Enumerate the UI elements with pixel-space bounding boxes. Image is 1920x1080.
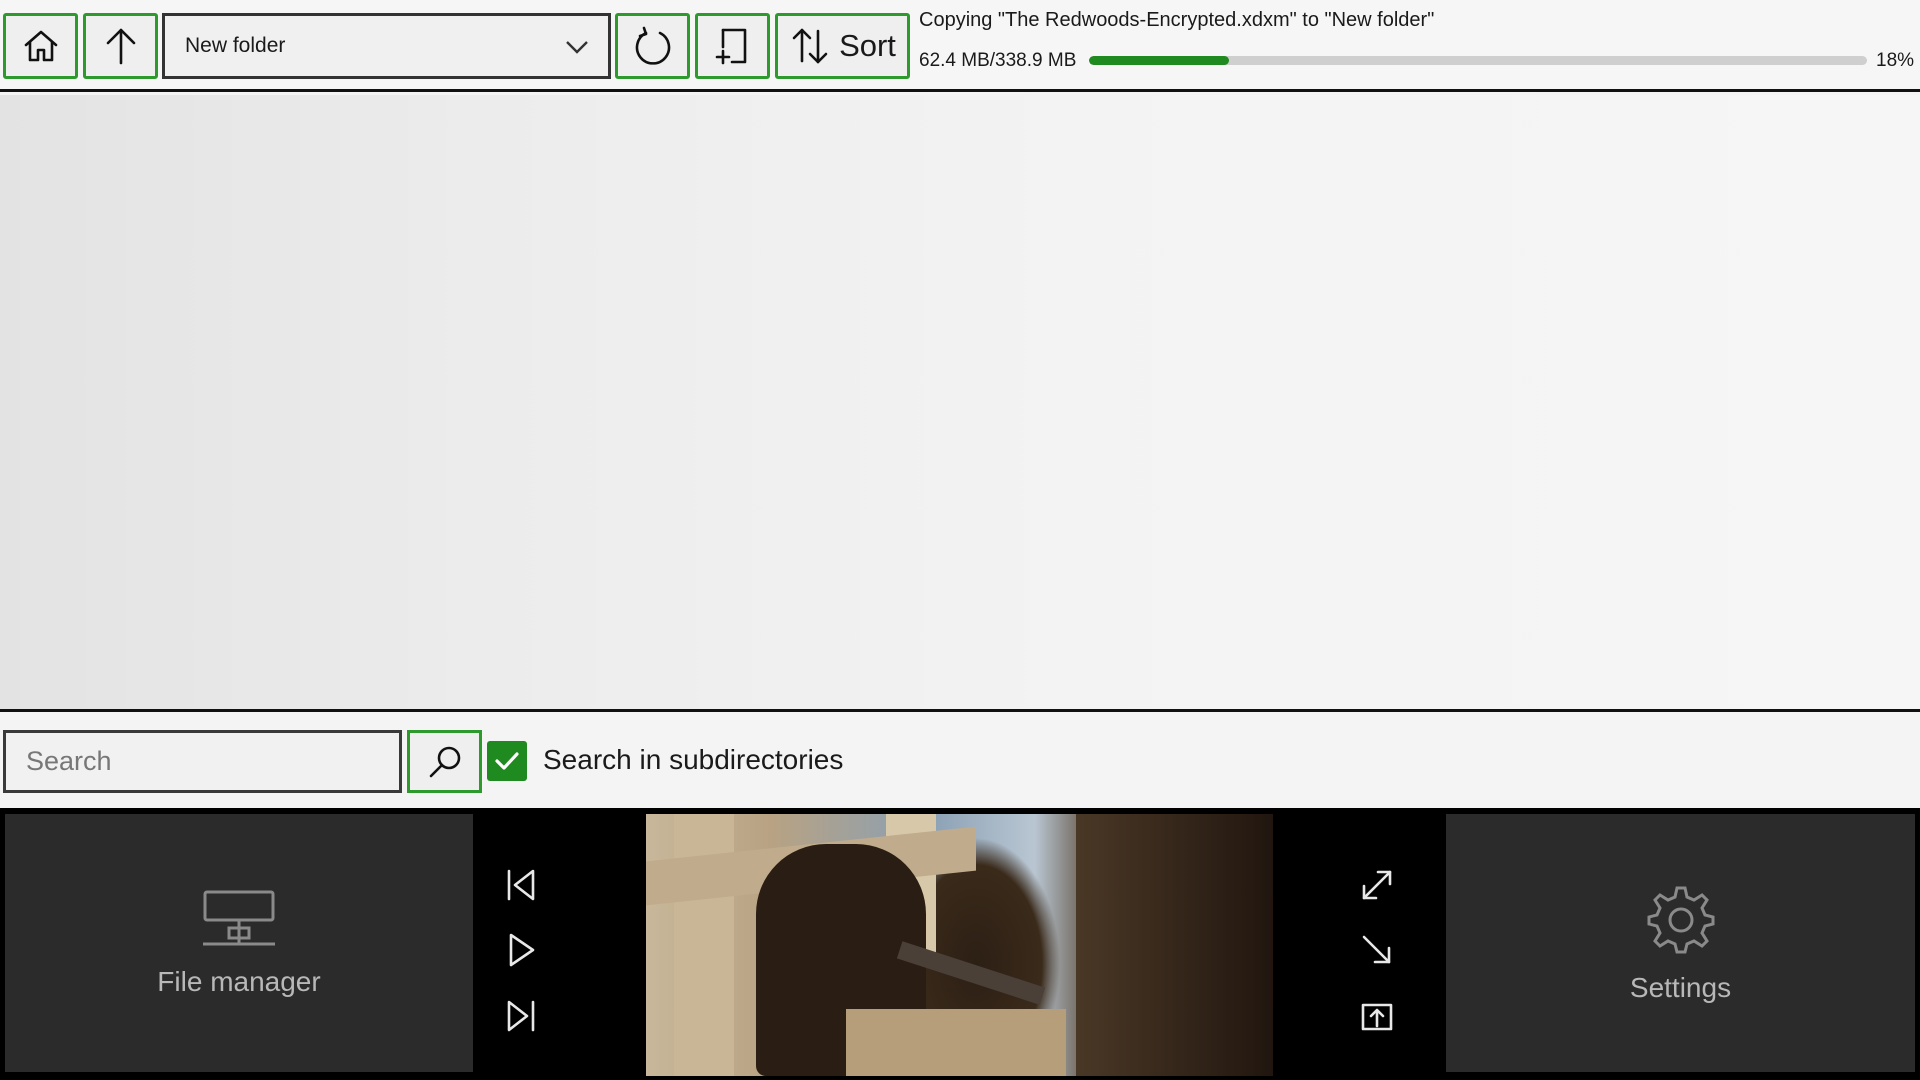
expand-button[interactable] [1353,861,1401,909]
gear-icon [1647,886,1714,954]
skip-previous-button[interactable] [497,861,545,909]
settings-label: Settings [1629,972,1732,1003]
network-computer-icon [203,890,275,946]
sort-button[interactable]: Sort [775,13,910,79]
expand-icon [1362,870,1392,900]
share-out-icon [1361,1003,1393,1031]
video-frame-wall [1076,814,1273,1076]
refresh-icon [635,26,670,65]
search-button[interactable] [407,730,482,793]
new-folder-button[interactable] [695,13,770,79]
search-subdirectories-label: Search in subdirectories [543,744,844,775]
search-bar: Search in subdirectories [0,715,1920,807]
file-manager-tile[interactable]: File manager [5,814,473,1072]
play-button[interactable] [497,926,545,974]
copy-status-size: 62.4 MB/338.9 MB [919,50,1077,71]
shrink-icon [1362,935,1391,964]
video-preview[interactable] [646,814,1273,1076]
file-manager-label: File manager [157,966,321,997]
bottom-bar: File manager Settings [0,808,1920,1080]
skip-previous-icon [507,869,535,901]
new-folder-icon [715,28,746,65]
settings-tile[interactable]: Settings [1446,814,1915,1072]
chevron-down-icon [564,34,590,60]
copy-status-title: Copying "The Redwoods-Encrypted.xdxm" to… [919,9,1435,31]
skip-next-icon [507,1000,535,1032]
play-icon [509,933,535,967]
share-out-button[interactable] [1353,992,1401,1040]
path-dropdown[interactable]: New folder [162,13,611,79]
copy-progress-bar [1089,56,1867,65]
refresh-button[interactable] [615,13,690,79]
search-subdirectories-checkbox[interactable] [487,741,527,781]
up-button[interactable] [83,13,158,79]
top-toolbar: New folder Sort Copying "The Redwoods-En… [0,0,1920,92]
sort-label: Sort [839,28,896,63]
search-input[interactable] [3,730,402,793]
video-frame-ledge [846,1009,1066,1076]
home-button[interactable] [3,13,78,79]
copy-progress-percent: 18% [1876,50,1915,71]
file-list-area[interactable] [0,95,1920,712]
skip-next-button[interactable] [497,992,545,1040]
path-value: New folder [185,34,286,57]
arrow-up-icon [106,28,135,65]
shrink-button[interactable] [1353,926,1401,974]
sort-arrows-icon [792,28,828,64]
copy-progress-fill [1089,56,1230,65]
home-icon [24,30,57,62]
search-icon [429,746,460,777]
checkmark-icon [495,752,519,770]
